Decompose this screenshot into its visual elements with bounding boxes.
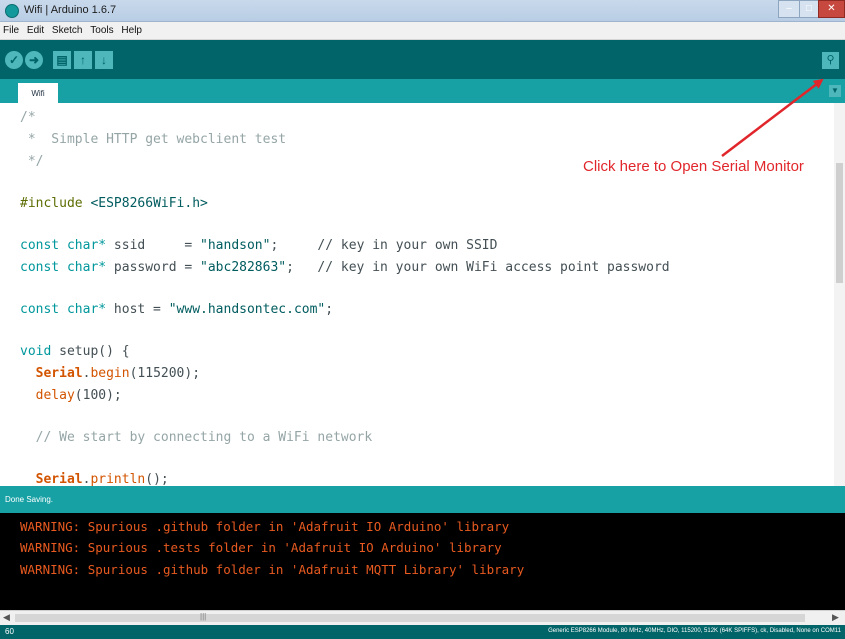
menu-help[interactable]: Help [118,22,144,36]
include-path: <ESP8266WiFi.h> [90,196,208,211]
status-bar: Done Saving. [0,486,845,513]
close-button[interactable]: ✕ [818,0,845,18]
new-button[interactable]: ▤ [53,51,71,69]
console-output[interactable]: WARNING: Spurious .github folder in 'Ada… [0,513,845,610]
tab-menu-button[interactable]: ▼ [829,85,841,97]
code-line: const char* password = "abc282863"; // k… [20,257,670,279]
code-line: // We start by connecting to a WiFi netw… [20,430,373,445]
minimize-button[interactable]: – [778,0,800,18]
string-literal: "www.handsontec.com" [168,302,326,317]
code-comment: // key in your own WiFi access point pas… [293,260,670,275]
code-line: const char* ssid = "handson"; // key in … [20,235,497,257]
verify-button[interactable]: ✓ [5,51,23,69]
keyword: const char* [20,238,107,253]
class-name: Serial [20,366,83,381]
arrow-up-icon: ↑ [80,53,86,67]
code-line: delay(100); [20,385,122,407]
scrollbar-thumb[interactable] [836,163,843,283]
punctuation: ; [286,260,294,275]
serial-monitor-button[interactable]: ⚲ [822,52,839,69]
window-titlebar: Wifi | Arduino 1.6.7 – □ ✕ [0,0,845,22]
identifier: host = [106,302,169,317]
chevron-down-icon: ▼ [831,86,839,95]
tab-wifi[interactable]: Wifi [18,83,58,103]
console-line: WARNING: Spurious .github folder in 'Ada… [20,519,510,534]
code-line: * Simple HTTP get webclient test [20,132,287,147]
identifier: password = [106,260,201,275]
menu-tools[interactable]: Tools [87,22,115,36]
check-icon: ✓ [8,53,20,67]
magnifier-icon: ⚲ [826,54,835,66]
keyword: void [20,344,52,359]
scrollbar-thumb[interactable] [15,614,805,622]
function-call: delay [20,388,75,403]
menu-edit[interactable]: Edit [24,22,46,36]
scroll-left-icon[interactable]: ◀ [3,612,10,623]
identifier: ssid = [106,238,201,253]
close-icon: ✕ [827,3,836,14]
maximize-icon: □ [805,3,813,14]
string-literal: "abc282863" [200,260,287,275]
code-line: void setup() { [20,341,130,363]
punctuation: () { [98,344,130,359]
arguments: (115200); [129,366,201,381]
arguments: (100); [74,388,122,403]
annotation-label: Click here to Open Serial Monitor [583,158,804,175]
minimize-icon: – [786,3,792,14]
arrow-down-icon: ↓ [101,53,107,67]
menu-bar: File Edit Sketch Tools Help [0,22,845,40]
function-call: begin [90,366,130,381]
code-line: /* [20,110,36,125]
arduino-logo-icon [5,4,19,18]
code-line: Serial.println(); [20,469,169,486]
arguments: (); [145,472,169,486]
scrollbar-grip-icon: ||| [200,612,207,621]
new-file-icon: ▤ [56,53,68,67]
keyword: const char* [20,302,107,317]
preprocessor-directive: #include [20,196,91,211]
status-message: Done Saving. [5,495,54,504]
save-button[interactable]: ↓ [95,51,113,69]
line-number: 60 [5,627,14,636]
toolbar: ✓ ➜ ▤ ↑ ↓ ⚲ [0,40,845,79]
arrow-right-icon: ➜ [28,53,40,67]
upload-button[interactable]: ➜ [25,51,43,69]
code-line: #include <ESP8266WiFi.h> [20,193,208,215]
console-horizontal-scrollbar[interactable]: ◀ ||| ▶ [0,610,845,625]
editor-vertical-scrollbar[interactable] [834,103,845,486]
menu-sketch[interactable]: Sketch [49,22,85,36]
code-line: const char* host = "www.handsontec.com"; [20,299,333,321]
board-info: Generic ESP8266 Module, 80 MHz, 40MHz, D… [548,628,841,634]
keyword: const char* [20,260,107,275]
scroll-right-icon[interactable]: ▶ [832,612,839,623]
window-title: Wifi | Arduino 1.6.7 [24,4,117,16]
maximize-button[interactable]: □ [799,0,819,18]
tab-row: Wifi ▼ [0,79,845,103]
code-line: */ [20,154,44,169]
string-literal: "handson" [200,238,271,253]
console-line: WARNING: Spurious .github folder in 'Ada… [20,562,525,577]
console-line: WARNING: Spurious .tests folder in 'Adaf… [20,540,502,555]
code-comment: // key in your own SSID [278,238,498,253]
class-name: Serial [20,472,83,486]
function-name: setup [51,344,99,359]
code-line: Serial.begin(115200); [20,363,200,385]
footer-bar: 60 Generic ESP8266 Module, 80 MHz, 40MHz… [0,625,845,639]
function-call: println [90,472,146,486]
open-button[interactable]: ↑ [74,51,92,69]
menu-file[interactable]: File [0,22,21,36]
punctuation: ; [325,302,334,317]
